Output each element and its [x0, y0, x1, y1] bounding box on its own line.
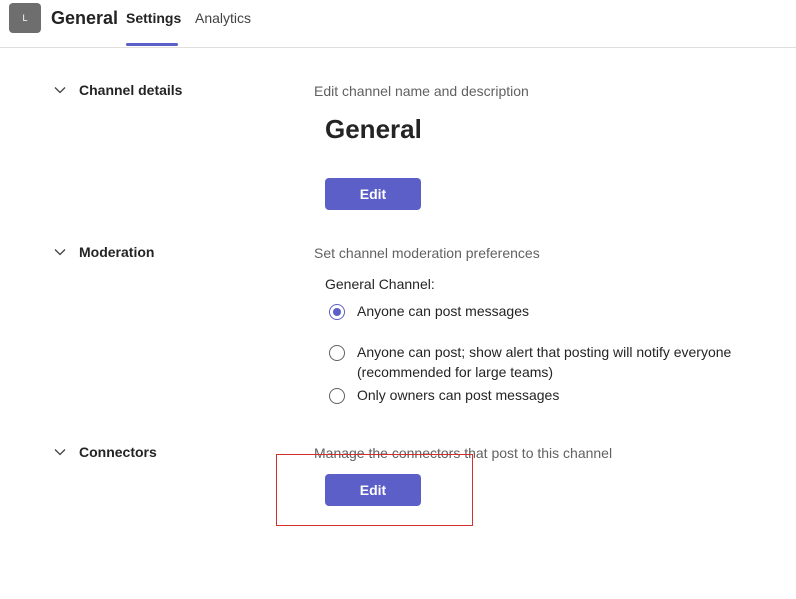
radio-label: Only owners can post messages — [357, 387, 560, 403]
moderation-group-label: General Channel: — [325, 276, 435, 292]
radio-unselected-icon[interactable] — [329, 388, 345, 404]
chevron-down-icon — [54, 449, 66, 456]
radio-anyone-can-post-with-alert[interactable]: Anyone can post; show alert that posting… — [329, 344, 796, 382]
channel-name-display: General — [325, 114, 422, 144]
radio-only-owners[interactable]: Only owners can post messages — [329, 387, 796, 405]
tab-settings[interactable]: Settings — [126, 9, 181, 27]
highlight-annotation-box — [276, 454, 473, 526]
radio-anyone-can-post[interactable]: Anyone can post messages — [329, 303, 796, 321]
channel-settings-page: L General Settings Analytics Channel det… — [0, 0, 796, 599]
channel-header: L General Settings Analytics — [0, 0, 796, 48]
channel-details-description: Edit channel name and description — [314, 83, 529, 99]
team-avatar[interactable]: L — [9, 3, 41, 33]
chevron-down-icon — [54, 87, 66, 94]
chevron-down-icon — [54, 249, 66, 256]
moderation-description: Set channel moderation preferences — [314, 245, 540, 261]
radio-unselected-icon[interactable] — [329, 345, 345, 361]
active-tab-indicator — [126, 43, 178, 46]
channel-title: General — [51, 8, 119, 28]
moderation-title: Moderation — [79, 244, 155, 260]
moderation-toggle[interactable]: Moderation — [52, 244, 154, 260]
edit-channel-details-button[interactable]: Edit — [325, 178, 421, 210]
radio-label: Anyone can post; show alert that posting… — [357, 344, 732, 380]
radio-label: Anyone can post messages — [357, 303, 529, 319]
connectors-toggle[interactable]: Connectors — [52, 444, 157, 460]
connectors-title: Connectors — [79, 444, 157, 460]
tab-analytics[interactable]: Analytics — [195, 9, 251, 27]
channel-details-toggle[interactable]: Channel details — [52, 82, 182, 98]
channel-details-title: Channel details — [79, 82, 183, 98]
radio-selected-icon[interactable] — [329, 304, 345, 320]
